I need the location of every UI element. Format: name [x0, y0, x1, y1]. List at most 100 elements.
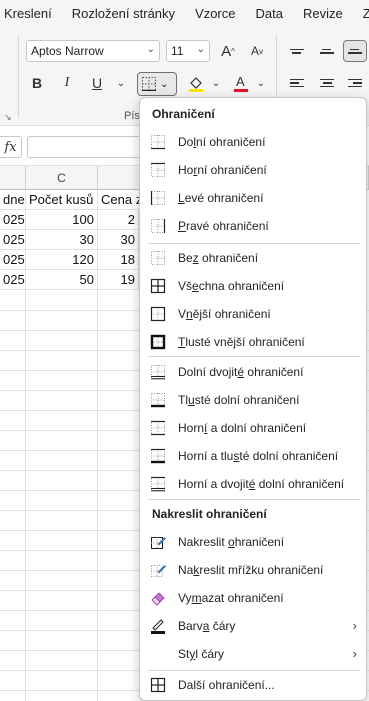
table-cell[interactable]: 025 — [0, 230, 26, 250]
menu-item-bottom-double-border[interactable]: Dolní dvojité ohraničení — [141, 358, 367, 386]
align-middle-button[interactable] — [315, 40, 339, 62]
tab-page-layout[interactable]: Rozložení stránky — [62, 0, 185, 28]
table-cell[interactable]: 30 — [26, 230, 98, 250]
draw-border-icon — [150, 534, 166, 550]
menu-item-line-color[interactable]: Barva čáry › — [141, 612, 367, 640]
ribbon-divider — [18, 36, 19, 118]
decrease-font-size-button[interactable]: Av — [246, 40, 268, 62]
menu-item-draw-border[interactable]: Nakreslit ohraničení — [141, 528, 367, 556]
menu-item-draw-border-grid[interactable]: Nakreslit mřížku ohraničení — [141, 556, 367, 584]
fill-bucket-icon — [189, 77, 203, 92]
outside-borders-icon — [150, 306, 166, 322]
font-color-icon: A — [234, 74, 248, 92]
font-size-value: 11 — [171, 44, 184, 58]
menu-item-thick-outside-borders[interactable]: Tlusté vnější ohraničení — [141, 328, 367, 356]
menu-item-label: Barva čáry — [178, 619, 236, 633]
table-cell[interactable]: 120 — [26, 250, 98, 270]
left-border-icon — [150, 190, 166, 206]
chevron-down-icon: ⌄ — [160, 78, 169, 90]
font-name-select[interactable]: Aptos Narrow ⌄ — [26, 40, 160, 62]
menu-item-label: Bez ohraničení — [178, 251, 259, 265]
menu-item-label: Dolní dvojité ohraničení — [178, 365, 304, 379]
menu-item-erase-border[interactable]: Vymazat ohraničení — [141, 584, 367, 612]
increase-font-size-button[interactable]: A ^ — [217, 40, 239, 62]
borders-dropdown-button[interactable]: ⌄ — [137, 72, 177, 96]
menu-item-top-double-bottom-border[interactable]: Horní a dvojité dolní ohraničení — [141, 470, 367, 498]
align-left-button[interactable] — [285, 72, 309, 94]
fill-color-button[interactable] — [185, 72, 207, 94]
menu-item-label: Nakreslit mřížku ohraničení — [178, 563, 324, 577]
menu-item-thick-bottom-border[interactable]: Tlusté dolní ohraničení — [141, 386, 367, 414]
top-thick-bottom-border-icon — [150, 448, 166, 464]
align-top-button[interactable] — [285, 40, 309, 62]
grid-line — [97, 190, 98, 701]
eraser-icon — [150, 590, 166, 606]
align-bottom-icon — [348, 47, 362, 56]
table-cell[interactable]: Počet kusů — [26, 190, 98, 210]
menu-item-no-border[interactable]: Bez ohraničení — [141, 244, 367, 272]
table-cell[interactable]: 50 — [26, 270, 98, 290]
bold-button[interactable]: B — [26, 72, 48, 94]
table-cell[interactable]: 30 — [98, 230, 139, 250]
grid-line — [25, 190, 26, 701]
table-cell[interactable]: 025 — [0, 250, 26, 270]
table-cell[interactable]: 18 — [98, 250, 139, 270]
menu-item-top-bottom-border[interactable]: Horní a dolní ohraničení — [141, 414, 367, 442]
chevron-down-icon: ⌄ — [196, 44, 205, 55]
menu-item-left-border[interactable]: Levé ohraničení — [141, 184, 367, 212]
highlight-color-swatch — [189, 89, 203, 92]
tab-data[interactable]: Data — [246, 0, 293, 28]
menu-item-all-borders[interactable]: Všechna ohraničení — [141, 272, 367, 300]
menu-item-bottom-border[interactable]: Dolní ohraničení — [141, 128, 367, 156]
menu-item-top-border[interactable]: Horní ohraničení — [141, 156, 367, 184]
top-double-bottom-border-icon — [150, 476, 166, 492]
chevron-right-icon: › — [352, 618, 357, 633]
menu-item-label: Horní a dolní ohraničení — [178, 421, 307, 435]
insert-function-button[interactable]: fx — [0, 136, 22, 158]
right-border-icon — [150, 218, 166, 234]
menu-item-label: Nakreslit ohraničení — [178, 535, 285, 549]
table-cell[interactable]: 19 — [98, 270, 139, 290]
menu-item-top-thick-bottom-border[interactable]: Horní a tlusté dolní ohraničení — [141, 442, 367, 470]
underline-button[interactable]: U — [86, 72, 108, 94]
tab-formulas[interactable]: Vzorce — [185, 0, 245, 28]
column-header-c[interactable]: C — [26, 166, 98, 190]
tab-view[interactable]: Zo — [353, 0, 369, 28]
all-borders-icon — [150, 278, 166, 294]
font-color-button[interactable]: A — [230, 72, 252, 94]
bottom-border-icon — [150, 134, 166, 150]
fill-color-chevron-icon[interactable]: ⌄ — [205, 72, 227, 94]
font-color-chevron-icon[interactable]: ⌄ — [250, 72, 272, 94]
menu-item-line-style[interactable]: Styl čáry › — [141, 640, 367, 668]
menu-item-more-borders[interactable]: Další ohraničení... — [141, 671, 367, 699]
table-cell[interactable]: 025 — [0, 210, 26, 230]
font-name-value: Aptos Narrow — [31, 44, 104, 58]
formula-input[interactable] — [27, 136, 157, 158]
italic-button[interactable]: I — [56, 72, 78, 94]
menu-item-label: Horní a dvojité dolní ohraničení — [178, 477, 345, 491]
column-header-b[interactable] — [0, 166, 26, 190]
font-size-select[interactable]: 11 ⌄ — [166, 40, 210, 62]
menu-separator — [148, 356, 360, 357]
align-right-button[interactable] — [343, 72, 367, 94]
menu-item-outside-borders[interactable]: Vnější ohraničení — [141, 300, 367, 328]
align-right-icon — [348, 77, 362, 90]
tab-draw[interactable]: Kreslení — [0, 0, 62, 28]
align-center-button[interactable] — [315, 72, 339, 94]
underline-options-chevron-icon[interactable]: ⌄ — [110, 72, 132, 94]
dialog-launcher-icon[interactable]: ↘ — [4, 112, 12, 123]
table-cell[interactable]: 025 — [0, 270, 26, 290]
borders-icon — [142, 77, 156, 91]
table-cell[interactable]: 100 — [26, 210, 98, 230]
table-cell[interactable]: 2 — [98, 210, 139, 230]
line-color-icon — [150, 618, 166, 634]
no-border-icon — [150, 250, 166, 266]
table-cell[interactable]: dne — [0, 190, 26, 210]
tab-review[interactable]: Revize — [293, 0, 353, 28]
menu-section-title: Ohraničení — [152, 107, 215, 121]
menu-item-label: Vymazat ohraničení — [178, 591, 284, 605]
align-bottom-button[interactable] — [343, 40, 367, 62]
more-borders-icon — [150, 677, 166, 693]
menu-item-label: Další ohraničení... — [178, 678, 275, 692]
menu-item-right-border[interactable]: Pravé ohraničení — [141, 212, 367, 240]
